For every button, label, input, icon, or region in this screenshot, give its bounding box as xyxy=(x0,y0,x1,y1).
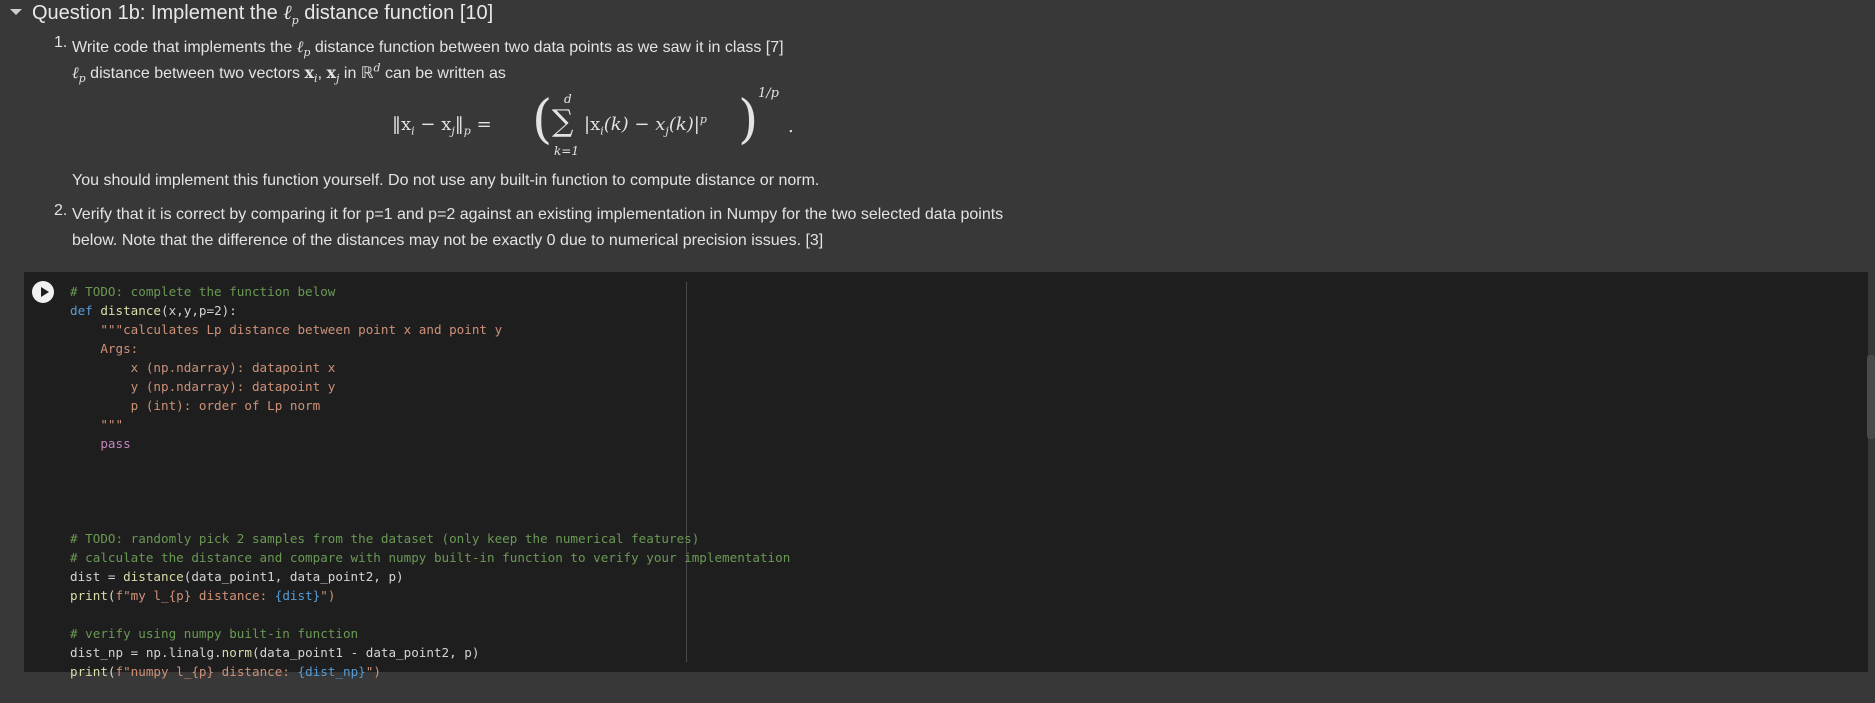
code-line: print(f"numpy l_{p} distance: {dist_np}"… xyxy=(70,664,381,679)
code-line: # TODO: randomly pick 2 samples from the… xyxy=(70,531,700,546)
lp-formula: ‖xi − xj‖p = ( d ∑ k=1 |xi(k) − xj(k)|p … xyxy=(392,86,794,158)
code-cell[interactable]: # TODO: complete the function below def … xyxy=(24,272,1868,679)
code-line: """ xyxy=(70,417,124,432)
code-line: def distance(x,y,p=2): xyxy=(70,303,237,318)
list-item: 1. Write code that implements the ℓp dis… xyxy=(44,34,1003,194)
code-line: x (np.ndarray): datapoint x xyxy=(70,360,336,375)
caret-down-icon[interactable] xyxy=(10,9,22,15)
code-line: dist = distance(data_point1, data_point2… xyxy=(70,569,404,584)
run-cell-button[interactable] xyxy=(32,281,54,303)
code-line: p (int): order of Lp norm xyxy=(70,398,321,413)
code-line: # verify using numpy built-in function xyxy=(70,626,359,641)
code-line: """calculates Lp distance between point … xyxy=(70,322,503,337)
code-line: dist_np = np.linalg.norm(data_point1 - d… xyxy=(70,645,480,660)
list-item: 2. Verify that it is correct by comparin… xyxy=(44,202,1003,254)
markdown-cell: 1. Write code that implements the ℓp dis… xyxy=(44,34,1003,254)
instruction-line: Verify that it is correct by comparing i… xyxy=(72,206,1004,223)
instruction-line: below. Note that the difference of the d… xyxy=(72,232,824,249)
definition-line: ℓp distance between two vectors xi, xj i… xyxy=(72,61,506,86)
code-line: # TODO: complete the function below xyxy=(70,284,336,299)
code-line: print(f"my l_{p} distance: {dist}") xyxy=(70,588,336,603)
scrollbar[interactable] xyxy=(1867,355,1875,439)
note-line: You should implement this function yours… xyxy=(72,172,820,189)
code-editor[interactable]: # TODO: complete the function below def … xyxy=(70,282,790,681)
code-line: # calculate the distance and compare wit… xyxy=(70,550,791,565)
play-icon xyxy=(40,287,49,297)
section-title: Question 1b: Implement the ℓp distance f… xyxy=(32,0,494,27)
code-line: y (np.ndarray): datapoint y xyxy=(70,379,336,394)
code-line: pass xyxy=(70,436,131,451)
code-line: Args: xyxy=(70,341,139,356)
instruction-line: Write code that implements the ℓp distan… xyxy=(72,37,784,60)
section-heading[interactable]: Question 1b: Implement the ℓp distance f… xyxy=(6,0,494,27)
